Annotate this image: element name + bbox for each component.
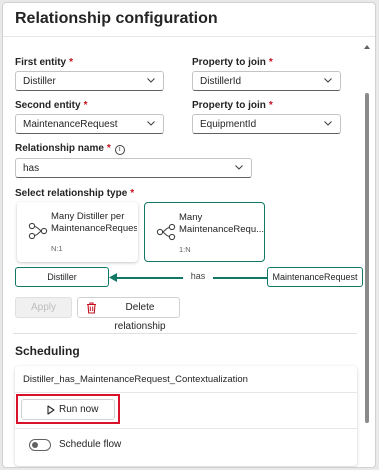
option-title: Many Distiller per MaintenanceRequest	[51, 211, 137, 234]
one-to-many-icon	[156, 223, 176, 241]
first-entity-label: First entity *	[15, 57, 74, 68]
second-property-dropdown[interactable]: EquipmentId	[192, 114, 341, 134]
option-cardinality: 1:N	[179, 245, 191, 254]
delete-label: Delete relationship	[114, 302, 166, 332]
relationship-type-option-1n[interactable]: Many MaintenanceRequ... 1:N	[144, 202, 265, 262]
second-entity-label: Second entity *	[15, 100, 88, 111]
diagram-left-entity: Distiller	[15, 267, 109, 287]
second-entity-dropdown[interactable]: MaintenanceRequest	[15, 114, 164, 134]
chevron-down-icon	[147, 121, 155, 126]
relationship-type-option-n1[interactable]: Many Distiller per MaintenanceRequest N:1	[17, 202, 138, 262]
chevron-down-icon	[324, 78, 332, 83]
first-entity-value: Distiller	[23, 76, 56, 87]
toggle-knob	[32, 442, 38, 448]
play-icon	[47, 405, 55, 415]
panel-header: Relationship configuration	[3, 3, 375, 37]
diagram-right-entity: MaintenanceRequest	[267, 267, 363, 287]
chevron-down-icon	[147, 78, 155, 83]
apply-button[interactable]: Apply	[15, 297, 72, 318]
scroll-up-icon[interactable]	[363, 43, 371, 51]
job-name: Distiller_has_MaintenanceRequest_Context…	[23, 374, 248, 385]
schedule-flow-toggle[interactable]	[29, 439, 51, 451]
run-now-label: Run now	[59, 404, 99, 415]
relationship-name-value: has	[23, 163, 40, 174]
chevron-down-icon	[235, 165, 243, 170]
second-property-value: EquipmentId	[200, 119, 257, 130]
scheduling-card: Distiller_has_MaintenanceRequest_Context…	[15, 366, 357, 466]
relationship-diagram: Distiller has MaintenanceRequest	[15, 267, 363, 289]
card-divider	[15, 428, 357, 429]
first-entity-dropdown[interactable]: Distiller	[15, 71, 164, 91]
diagram-link-label: has	[190, 271, 206, 281]
relationship-panel: Relationship configuration First entity *…	[2, 2, 376, 468]
arrow-left-icon	[109, 273, 117, 282]
first-property-value: DistillerId	[200, 76, 242, 87]
connector-line-left	[116, 277, 183, 279]
connector-line-right	[213, 277, 267, 279]
section-divider	[13, 333, 357, 334]
relationship-type-label: Select relationship type *	[15, 188, 135, 199]
relationship-name-dropdown[interactable]: has	[15, 158, 252, 178]
schedule-flow-label: Schedule flow	[59, 439, 122, 450]
info-icon[interactable]: i	[114, 145, 125, 155]
scrollbar[interactable]	[363, 41, 371, 465]
second-entity-value: MaintenanceRequest	[23, 119, 118, 130]
first-property-label: Property to join *	[192, 57, 273, 68]
run-now-button[interactable]: Run now	[21, 399, 115, 420]
card-divider	[15, 392, 357, 393]
scroll-thumb[interactable]	[365, 93, 369, 423]
chevron-down-icon	[324, 121, 332, 126]
delete-relationship-button[interactable]: Delete relationship	[77, 297, 180, 332]
many-to-one-icon	[28, 222, 48, 240]
relationship-name-label: Relationship name * i	[15, 143, 125, 155]
option-title: Many MaintenanceRequ...	[179, 212, 265, 235]
first-property-dropdown[interactable]: DistillerId	[192, 71, 341, 91]
option-cardinality: N:1	[51, 244, 63, 253]
second-property-label: Property to join *	[192, 100, 273, 111]
trash-icon	[87, 302, 96, 314]
panel-title: Relationship configuration	[15, 10, 218, 27]
scheduling-title: Scheduling	[15, 344, 80, 358]
